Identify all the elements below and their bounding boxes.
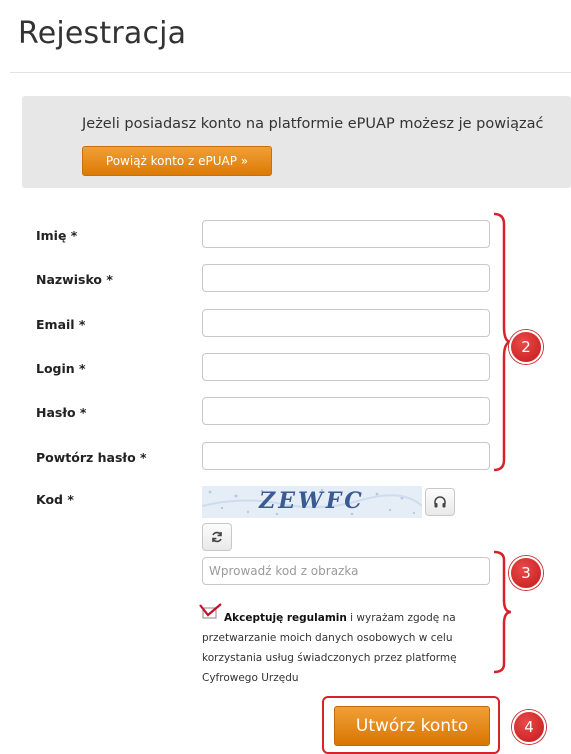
annotation-badge-3: 3 <box>509 556 543 590</box>
password-label: Hasło * <box>36 405 87 420</box>
captcha-label: Kod * <box>36 492 74 507</box>
headphones-icon <box>434 496 446 508</box>
annotation-badge-2: 2 <box>509 330 543 364</box>
login-label: Login * <box>36 361 86 376</box>
captcha-code-input[interactable] <box>202 557 490 585</box>
captcha-image: ZEWFC <box>202 486 422 518</box>
first-name-label: Imię * <box>36 228 78 243</box>
email-label: Email * <box>36 317 86 332</box>
last-name-input[interactable] <box>202 264 490 292</box>
title-divider <box>10 72 571 73</box>
terms-text: Akceptuję regulamin i wyrażam zgodę na p… <box>202 608 502 688</box>
link-epuap-button[interactable]: Powiąż konto z ePUAP » <box>82 146 272 176</box>
email-input[interactable] <box>202 309 490 337</box>
repeat-password-label: Powtórz hasło * <box>36 450 147 465</box>
annotation-badge-4: 4 <box>512 710 546 744</box>
last-name-label: Nazwisko * <box>36 272 113 287</box>
captcha-refresh-button[interactable] <box>202 523 232 551</box>
terms-link[interactable]: Akceptuję regulamin <box>224 612 347 624</box>
refresh-icon <box>212 531 222 543</box>
epuap-info-text: Jeżeli posiadasz konto na platformie ePU… <box>82 116 544 132</box>
page-title: Rejestracja <box>18 16 187 51</box>
login-input[interactable] <box>202 353 490 381</box>
repeat-password-input[interactable] <box>202 442 490 470</box>
password-input[interactable] <box>202 397 490 425</box>
captcha-code-text: ZEWFC <box>259 488 365 514</box>
captcha-audio-button[interactable] <box>425 488 455 516</box>
first-name-input[interactable] <box>202 220 490 248</box>
annotation-highlight-4 <box>322 696 500 754</box>
